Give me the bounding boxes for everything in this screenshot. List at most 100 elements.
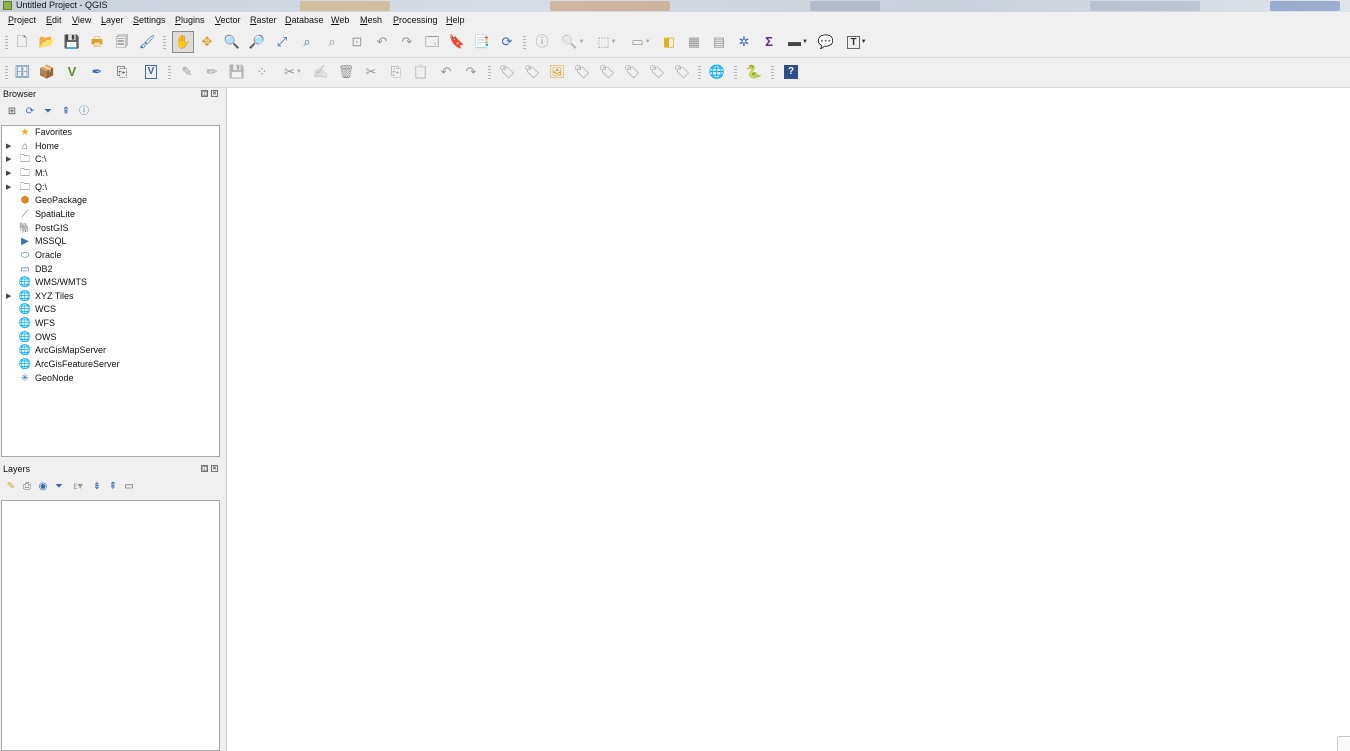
vertex-tool-icon[interactable]: ✂ ▼	[278, 63, 308, 81]
browser-item[interactable]: ⬭ Oracle	[2, 249, 217, 262]
add-vector-layer-icon[interactable]: V	[142, 63, 160, 81]
filter-expression-icon[interactable]: ε▾	[68, 480, 88, 494]
cut-features-icon[interactable]: ✂	[362, 63, 380, 81]
menu-database[interactable]: Database	[285, 15, 324, 26]
expand-all-icon[interactable]: ⇟	[90, 480, 104, 494]
menu-project[interactable]: Project	[8, 15, 36, 26]
save-layer-edits-icon[interactable]: 💾	[228, 63, 246, 81]
select-by-expression-icon[interactable]: ◧	[660, 33, 678, 51]
properties-icon[interactable]: ⓘ	[76, 105, 92, 119]
add-selected-layers-icon[interactable]: ⊞	[4, 105, 20, 119]
measure-line-icon[interactable]: ▬ ▼	[783, 33, 813, 51]
toggle-editing-icon[interactable]: ✏	[203, 63, 221, 81]
float-panel-icon[interactable]: ◫	[201, 90, 208, 97]
open-attribute-table-icon[interactable]: ▦	[685, 33, 703, 51]
new-project-icon[interactable]: 🗋	[13, 33, 31, 51]
zoom-native-icon[interactable]: ⊡	[348, 33, 366, 51]
show-bookmarks-icon[interactable]: 📑	[473, 33, 491, 51]
move-label-icon[interactable]: 🏷	[598, 63, 616, 81]
layers-tree[interactable]	[1, 500, 220, 751]
new-map-view-icon[interactable]: 🗔	[423, 33, 441, 51]
menu-plugins[interactable]: Plugins	[175, 15, 205, 26]
menu-processing[interactable]: Processing	[393, 15, 438, 26]
add-group-icon[interactable]: ⎙	[20, 480, 34, 494]
current-edits-icon[interactable]: ✎	[178, 63, 196, 81]
toolbar-grip[interactable]	[163, 36, 166, 50]
collapse-all-icon[interactable]: ⇞	[106, 480, 120, 494]
undo-icon[interactable]: ↶	[437, 63, 455, 81]
field-calculator-icon[interactable]: ▤	[710, 33, 728, 51]
copy-features-icon[interactable]: ⎘	[387, 63, 405, 81]
rotate-label-icon[interactable]: 🏷	[623, 63, 641, 81]
deselect-features-icon[interactable]: ▭ ▼	[626, 33, 656, 51]
redo-icon[interactable]: ↷	[462, 63, 480, 81]
layer-labeling-icon[interactable]: 🏷	[523, 63, 541, 81]
browser-item[interactable]: 🌐 WCS	[2, 303, 217, 316]
close-panel-icon[interactable]: ✕	[211, 465, 218, 472]
layout-manager-icon[interactable]: 🗐	[113, 33, 131, 51]
toolbar-grip[interactable]	[5, 66, 8, 80]
expand-arrow-icon[interactable]: ▶	[6, 153, 12, 166]
browser-item[interactable]: ⟋ SpatiaLite	[2, 208, 217, 221]
corner-tab[interactable]	[1337, 736, 1350, 751]
browser-item[interactable]: 🌐 OWS	[2, 331, 217, 344]
menu-raster[interactable]: Raster	[250, 15, 277, 26]
browser-item[interactable]: ▭ DB2	[2, 263, 217, 276]
expand-arrow-icon[interactable]: ▶	[6, 140, 12, 153]
browser-item[interactable]: ▶ 🗀 Q:\	[2, 181, 217, 194]
filter-icon[interactable]: ⏷	[40, 105, 56, 119]
zoom-full-icon[interactable]: ⤢	[273, 33, 291, 51]
python-console-icon[interactable]: 🐍	[745, 63, 763, 81]
identify-features-icon[interactable]: ⓘ	[533, 33, 551, 51]
label-toolbar-icon[interactable]: 🏷	[498, 63, 516, 81]
manage-map-themes-icon[interactable]: ◉	[36, 480, 50, 494]
expand-arrow-icon[interactable]: ▶	[6, 167, 12, 180]
processing-toolbox-icon[interactable]: ✲	[735, 33, 753, 51]
toolbar-grip[interactable]	[698, 66, 701, 80]
show-hide-labels-icon[interactable]: 🏷	[573, 63, 591, 81]
pan-map-icon[interactable]: ✋	[172, 31, 194, 53]
open-layer-styling-icon[interactable]: ✎	[4, 480, 18, 494]
new-shapefile-layer-icon[interactable]: V	[63, 63, 81, 81]
new-spatialite-layer-icon[interactable]: ✒	[88, 63, 106, 81]
toolbar-grip[interactable]	[523, 36, 526, 50]
statistics-icon[interactable]: Σ	[760, 33, 778, 51]
save-project-icon[interactable]: 💾	[63, 33, 81, 51]
pin-labels-icon[interactable]: 🖼	[548, 63, 566, 81]
remove-layer-icon[interactable]: ▭	[122, 480, 136, 494]
paste-features-icon[interactable]: 📋	[412, 63, 430, 81]
browser-item[interactable]: ⬢ GeoPackage	[2, 194, 217, 207]
expand-arrow-icon[interactable]: ▶	[6, 181, 12, 194]
zoom-last-icon[interactable]: ↶	[373, 33, 391, 51]
modify-attributes-icon[interactable]: ✍	[312, 63, 330, 81]
select-features-icon[interactable]: 🔍 ▼	[558, 33, 588, 51]
toolbar-grip[interactable]	[5, 36, 8, 50]
open-project-icon[interactable]: 📂	[38, 33, 56, 51]
browser-item[interactable]: 🌐 WMS/WMTS	[2, 276, 217, 289]
browser-item[interactable]: 🐘 PostGIS	[2, 222, 217, 235]
toolbar-grip[interactable]	[488, 66, 491, 80]
map-canvas[interactable]	[226, 88, 1350, 751]
diagram-label-icon[interactable]: 🏷	[673, 63, 691, 81]
menu-web[interactable]: Web	[331, 15, 349, 26]
menu-mesh[interactable]: Mesh	[360, 15, 382, 26]
new-geopackage-layer-icon[interactable]: 📦	[38, 63, 56, 81]
browser-item[interactable]: ▶ ⌂ Home	[2, 140, 217, 153]
zoom-to-layer-icon[interactable]: ⌕	[323, 33, 341, 51]
menu-help[interactable]: Help	[446, 15, 465, 26]
change-label-icon[interactable]: 🏷	[648, 63, 666, 81]
browser-item[interactable]: ▶ 🌐 XYZ Tiles	[2, 290, 217, 303]
map-tips-icon[interactable]: 💬	[817, 33, 835, 51]
menu-settings[interactable]: Settings	[133, 15, 166, 26]
browser-item[interactable]: ★ Favorites	[2, 126, 217, 139]
float-panel-icon[interactable]: ◫	[201, 465, 208, 472]
zoom-next-icon[interactable]: ↷	[398, 33, 416, 51]
text-annotation-icon[interactable]: T ▼	[842, 33, 872, 51]
refresh-icon[interactable]: ⟳	[22, 105, 38, 119]
toolbar-grip[interactable]	[734, 66, 737, 80]
menu-vector[interactable]: Vector	[215, 15, 241, 26]
browser-item[interactable]: 🌐 ArcGisFeatureServer	[2, 358, 217, 371]
browser-item[interactable]: ▶ 🗀 C:\	[2, 153, 217, 166]
plugin-globe-icon[interactable]: 🌐	[708, 63, 726, 81]
browser-item[interactable]: ✳ GeoNode	[2, 372, 217, 385]
